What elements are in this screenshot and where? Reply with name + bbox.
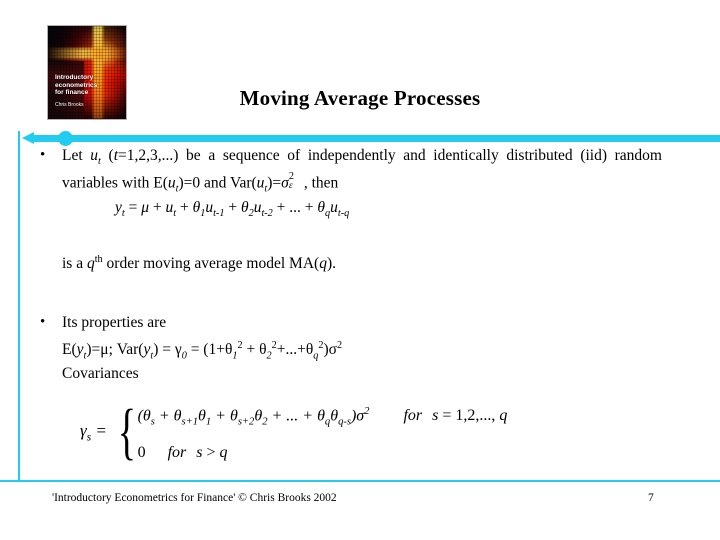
- case2-condition: s > q: [196, 438, 227, 468]
- eq-u-t2-sub: t-2: [261, 208, 273, 220]
- c1-cond-rest: = 1,2,...,: [438, 407, 500, 425]
- bullet-item-properties: • Its properties are: [40, 312, 540, 333]
- equation-mean-variance: E(yt)=μ; Var(yt) = γ0 = (1+θ12 + θ22+...…: [62, 335, 342, 366]
- gamma-symbol: γ: [80, 421, 87, 441]
- bullet-item-definition: • Let ut (t=1,2,3,...) be a sequence of …: [40, 145, 680, 200]
- order-text-2: order moving average model MA(: [102, 255, 320, 273]
- eq-dots: + ... +: [272, 199, 318, 216]
- piecewise-case-1: (θs + θs+1θ1 + θs+2θ2 + ... + θqθq-s)σ2 …: [138, 397, 508, 438]
- eq-plus-3: +: [224, 199, 241, 216]
- text-paren-open: (: [100, 147, 114, 164]
- eq-theta-q: θ: [317, 199, 326, 216]
- c1-thq: θ: [330, 407, 339, 425]
- var-sigma: σ: [281, 174, 289, 192]
- order-text-1: is a: [62, 255, 87, 273]
- prop-close: )σ: [323, 341, 338, 359]
- prop-E: E(: [62, 341, 77, 359]
- c1-close: )σ: [350, 407, 365, 425]
- case1-for-keyword: for: [403, 407, 423, 425]
- bullet-text-properties: Its properties are: [62, 314, 167, 331]
- sigma-sub-sup: 2ε: [289, 171, 300, 191]
- c2-cond-q: q: [219, 443, 228, 461]
- page-number: 7: [648, 492, 654, 504]
- text-then: , then: [299, 174, 339, 192]
- c1-cond-q: q: [499, 407, 508, 425]
- piecewise-cases: (θs + θs+1θ1 + θs+2θ2 + ... + θqθq-s)σ2 …: [138, 397, 508, 468]
- c1-th1: θ: [198, 407, 206, 425]
- case1-condition: s = 1,2,..., q: [432, 401, 507, 431]
- c1-s2-sub: s+2: [237, 416, 255, 428]
- c1-thq-sub: q-s: [338, 416, 351, 428]
- text-let: Let: [62, 147, 91, 164]
- divider-bar: [30, 135, 720, 142]
- accent-divider: [0, 131, 720, 146]
- footer-citation: 'Introductory Econometrics for Finance' …: [52, 492, 337, 504]
- prop-open: = (1+θ: [186, 341, 233, 359]
- bullet-text-definition: Let ut (t=1,2,3,...) be a sequence of in…: [62, 145, 662, 200]
- piecewise-container: γs = { (θs + θs+1θ1 + θs+2θ2 + ... + θqθ…: [80, 397, 680, 468]
- c1-dots: + ... + θ: [267, 407, 325, 425]
- c1-th2: θ: [254, 407, 263, 425]
- c2-cond-op: >: [202, 443, 220, 461]
- order-q: q: [86, 255, 95, 273]
- curly-brace-icon: {: [117, 398, 136, 467]
- piecewise-case-2: 0 for s > q: [138, 438, 508, 468]
- label-covariances: Covariances: [62, 365, 139, 382]
- eq-plus-1: +: [149, 199, 166, 216]
- case2-for-keyword: for: [167, 443, 187, 461]
- c1-plus1: + θ: [154, 407, 182, 425]
- c1-open: (θ: [137, 407, 151, 425]
- prop-eq-mu: )=μ; Var(: [86, 341, 144, 359]
- footer-divider: [0, 480, 720, 482]
- prop-y: y: [76, 341, 84, 359]
- bullet-marker: •: [40, 147, 46, 163]
- case2-value: 0: [137, 443, 146, 461]
- order-text-3: ).: [326, 255, 336, 273]
- c1-s1-sub: s+1: [181, 416, 199, 428]
- prop-eq-gamma: ) = γ: [153, 341, 182, 359]
- prop-th2-sub: 2: [266, 350, 272, 362]
- var-u: u: [90, 147, 99, 164]
- eq-plus-2: +: [176, 199, 193, 216]
- divider-dot-icon: [58, 131, 73, 146]
- eq-u-tq: u: [330, 199, 338, 216]
- c1-plus2: + θ: [211, 407, 238, 425]
- order-th: th: [94, 254, 103, 265]
- prop-close-sup: 2: [337, 340, 343, 351]
- eq-u-t1-sub: t-1: [213, 208, 225, 220]
- eq-theta-2: θ: [240, 199, 249, 216]
- eq-u-t1: u: [205, 199, 214, 216]
- equation-ma-model: yt = μ + ut + θ1ut-1 + θ2ut-2 + ... + θq…: [115, 197, 349, 224]
- statement-order: is a qth order moving average model MA(q…: [62, 249, 336, 274]
- prop-th1-sub: 1: [232, 350, 238, 362]
- slide-body: • Let ut (t=1,2,3,...) be a sequence of …: [0, 145, 720, 480]
- eq-y: y: [115, 199, 122, 216]
- eq-equals: =: [124, 199, 142, 216]
- sigma-subscript: ε: [288, 179, 293, 191]
- page-title: Moving Average Processes: [239, 86, 481, 110]
- eq-mu: μ: [141, 199, 150, 216]
- order-q-2: q: [319, 255, 327, 273]
- text-variance-eq: )=: [267, 174, 282, 192]
- piecewise-lhs: γs =: [80, 421, 112, 443]
- eq-u-tq-sub: t-q: [337, 208, 350, 220]
- prop-plus-1: + θ: [242, 341, 267, 359]
- prop-plus-2: +...+θ: [276, 341, 314, 359]
- text-mean-zero: )=0 and Var(: [178, 174, 257, 192]
- prop-thq-sub: q: [313, 350, 319, 362]
- case1-expression: (θs + θs+1θ1 + θs+2θ2 + ... + θqθq-s)σ2: [138, 397, 370, 438]
- bullet-marker-2: •: [40, 314, 46, 330]
- text-sequence-desc: =1,2,3,...) be a sequence of independent…: [62, 147, 662, 192]
- gamma-equals: =: [91, 421, 107, 441]
- equation-gamma-piecewise: γs = { (θs + θs+1θ1 + θs+2θ2 + ... + θqθ…: [80, 397, 680, 477]
- var-u-2: u: [167, 174, 176, 192]
